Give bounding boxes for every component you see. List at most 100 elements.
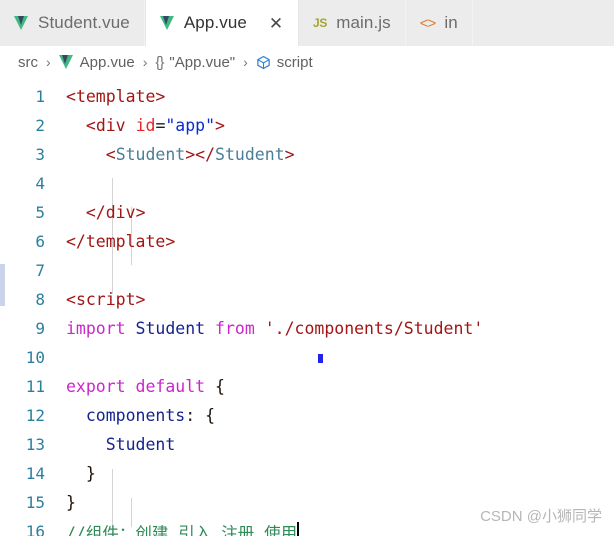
breadcrumb-item-src[interactable]: src (16, 54, 40, 71)
code-token: //组件：创建 引入 注册 使用 (66, 523, 298, 536)
text-cursor (297, 521, 300, 536)
line-number: 12 (25, 406, 45, 425)
code-line[interactable]: 10 (0, 343, 614, 372)
code-text[interactable]: } (66, 493, 76, 512)
code-token: < (85, 116, 96, 135)
line-number: 15 (25, 493, 45, 512)
code-line[interactable]: 14 } (0, 459, 614, 488)
code-token: export (66, 377, 126, 396)
watermark: CSDN @小狮同学 (480, 508, 602, 525)
editor-tab-in[interactable]: <> in (405, 0, 473, 46)
breadcrumb-label: "App.vue" (169, 53, 236, 71)
code-line[interactable]: 13 Student (0, 430, 614, 459)
tab-label: in (444, 13, 458, 32)
code-editor[interactable]: 1 <template> 2 <div id="app"> 3 <Student></… (0, 78, 614, 536)
code-token: template (85, 232, 166, 251)
code-token: div (95, 116, 126, 135)
code-text[interactable]: export default { (66, 377, 225, 396)
vscode-window: Student.vue App.vue ✕ JS main.js <> in src › App… (0, 0, 614, 536)
code-line[interactable]: 4 (0, 169, 614, 198)
code-line[interactable]: 7 (0, 256, 614, 285)
tab-label: main.js (336, 13, 391, 32)
code-text[interactable]: </div> (66, 203, 146, 222)
code-token: components (85, 406, 186, 425)
breadcrumb-item-script[interactable]: script (254, 54, 315, 71)
cube-symbol-icon (256, 55, 271, 70)
code-text[interactable]: <Student></Student> (66, 145, 295, 164)
breadcrumb: src › App.vue › {} "App.vue" › script (0, 46, 614, 78)
js-file-icon: JS (312, 16, 328, 30)
code-token: Student (115, 145, 186, 164)
code-line[interactable]: 2 <div id="app"> (0, 111, 614, 140)
code-text[interactable]: import Student from './components/Studen… (66, 319, 483, 338)
line-number: 1 (35, 87, 45, 106)
code-line[interactable]: 11 export default { (0, 372, 614, 401)
tab-close-icon[interactable]: ✕ (268, 15, 284, 32)
line-number: 6 (35, 232, 45, 251)
line-number: 7 (35, 261, 45, 280)
breadcrumb-separator: › (243, 54, 248, 70)
code-token: </ (85, 203, 106, 222)
line-number: 16 (25, 522, 45, 536)
code-text[interactable]: <template> (66, 87, 165, 106)
code-token: = (155, 116, 166, 135)
breadcrumb-item-app-vue[interactable]: {} "App.vue" (153, 54, 237, 71)
code-text[interactable]: } (66, 464, 96, 483)
editor-tab-app-vue[interactable]: App.vue ✕ (144, 0, 299, 46)
code-text[interactable]: <script> (66, 290, 145, 309)
code-text[interactable]: components: { (66, 406, 215, 425)
line-number: 5 (35, 203, 45, 222)
code-token: "app" (165, 116, 216, 135)
code-line[interactable]: 6 </template> (0, 227, 614, 256)
code-line[interactable]: 1 <template> (0, 82, 614, 111)
code-line[interactable]: 3 <Student></Student> (0, 140, 614, 169)
code-token: id (135, 116, 156, 135)
code-token: < (105, 145, 116, 164)
line-number: 4 (35, 174, 45, 193)
line-number: 10 (25, 348, 45, 367)
breadcrumb-separator: › (142, 54, 148, 70)
braces-icon: {} (155, 53, 164, 71)
code-token: > (135, 203, 146, 222)
code-text[interactable]: //组件：创建 引入 注册 使用 (66, 520, 300, 536)
code-line[interactable]: 12 components: { (0, 401, 614, 430)
code-token: script (75, 290, 136, 309)
code-token: : (185, 406, 206, 425)
tab-label: App.vue (183, 13, 247, 32)
line-number: 8 (35, 290, 45, 309)
code-line[interactable]: 8 <script> (0, 285, 614, 314)
breadcrumb-separator: › (46, 54, 51, 70)
code-line[interactable]: 9 import Student from './components/Stude… (0, 314, 614, 343)
editor-tab-student-vue[interactable]: Student.vue (0, 0, 145, 46)
code-token: default (135, 377, 206, 396)
code-token: './components/Student' (264, 319, 484, 338)
breadcrumb-label: src (18, 53, 38, 71)
code-line[interactable]: 5 </div> (0, 198, 614, 227)
line-number: 9 (35, 319, 45, 338)
vue-file-icon (14, 16, 29, 30)
breadcrumb-item-app-vue[interactable]: App.vue (57, 54, 137, 71)
code-token: { (215, 377, 225, 396)
code-token: > (165, 232, 176, 251)
line-number: 14 (25, 464, 45, 483)
line-number: 2 (35, 116, 45, 135)
code-text[interactable]: </template> (66, 232, 175, 251)
line-number: 3 (35, 145, 45, 164)
code-text[interactable]: <div id="app"> (66, 116, 225, 135)
breadcrumb-label: script (276, 53, 313, 71)
code-lines[interactable]: 1 <template> 2 <div id="app"> 3 <Student></… (0, 78, 614, 536)
editor-tab-main-js[interactable]: JS main.js (298, 0, 406, 46)
code-token: > (135, 290, 146, 309)
breadcrumb-label: App.vue (79, 53, 135, 71)
code-text[interactable]: Student (66, 435, 176, 454)
